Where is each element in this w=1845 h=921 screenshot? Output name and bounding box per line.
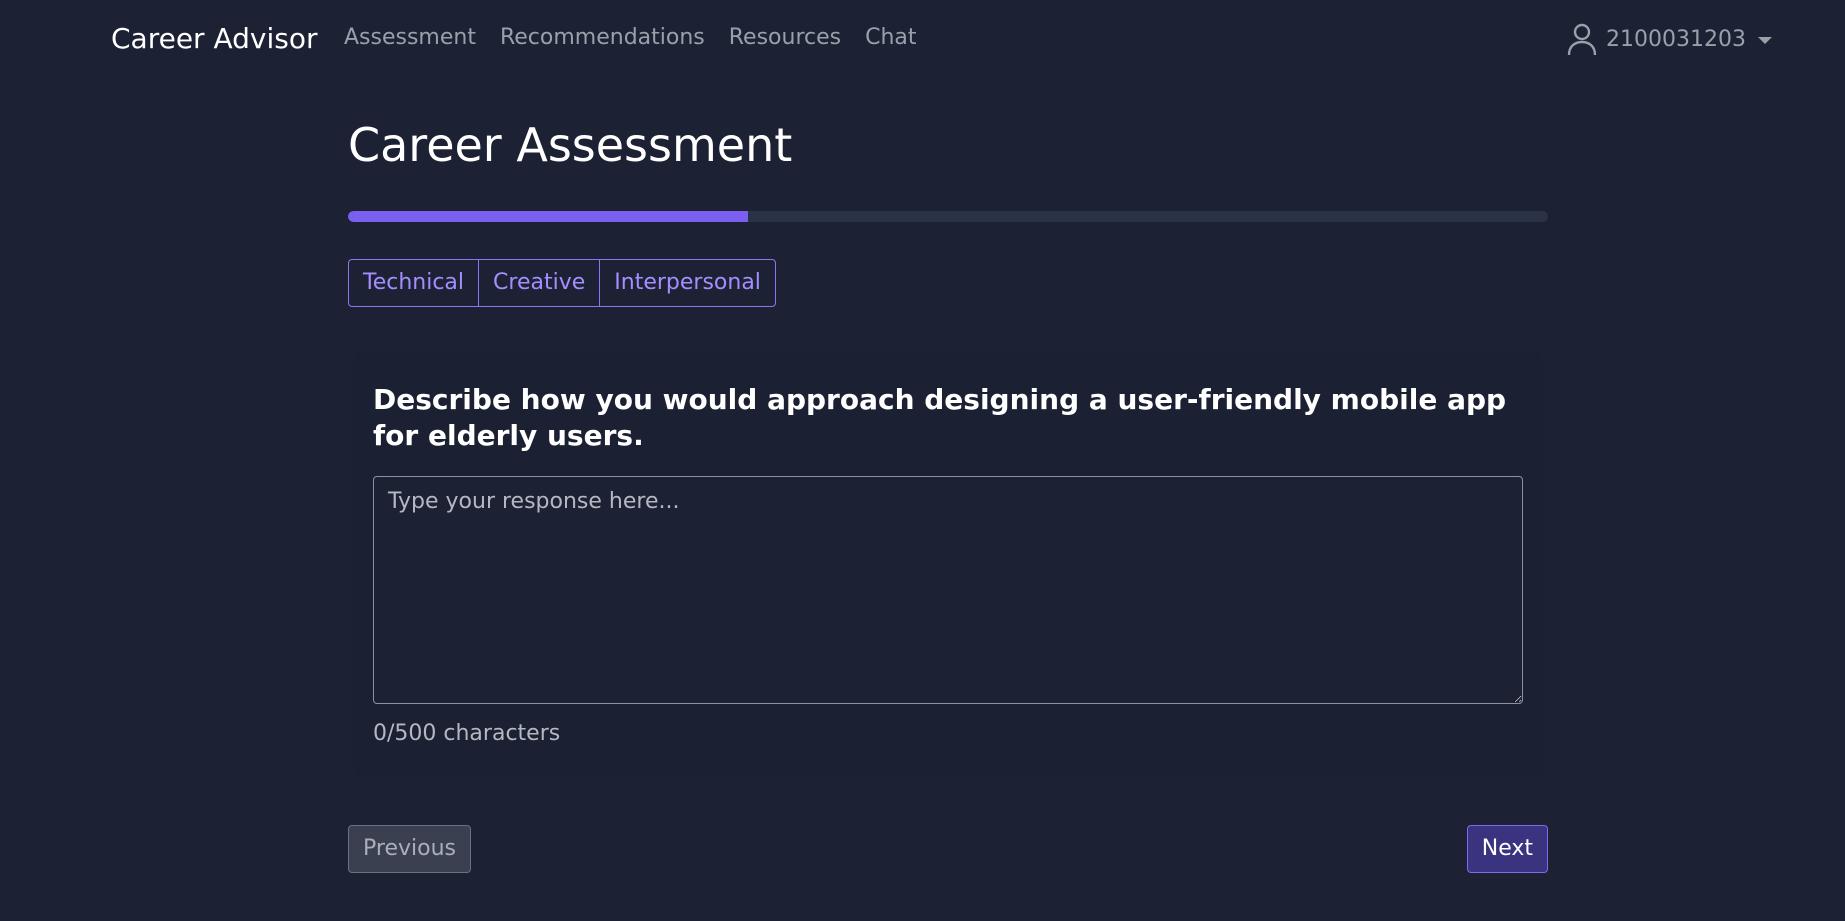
response-textarea[interactable] (373, 476, 1523, 704)
category-tabs: Technical Creative Interpersonal (348, 259, 776, 307)
previous-button[interactable]: Previous (348, 825, 471, 873)
tab-creative[interactable]: Creative (479, 260, 601, 306)
user-icon (1567, 23, 1597, 56)
nav-link-assessment[interactable]: Assessment (344, 25, 476, 50)
nav-link-recommendations[interactable]: Recommendations (500, 25, 705, 50)
user-name: 2100031203 (1606, 26, 1746, 52)
progress-bar-fill (348, 211, 748, 222)
nav-link-resources[interactable]: Resources (729, 25, 841, 50)
navbar: Career Advisor Assessment Recommendation… (0, 0, 1845, 78)
nav-link-chat[interactable]: Chat (865, 25, 916, 50)
tab-interpersonal[interactable]: Interpersonal (600, 260, 775, 306)
question-text: Describe how you would approach designin… (373, 383, 1507, 452)
progress-bar (348, 211, 1548, 222)
nav-links: Assessment Recommendations Resources Cha… (344, 25, 917, 50)
caret-down-icon (1758, 36, 1772, 44)
question-card: Describe how you would approach designin… (354, 352, 1542, 776)
page-title: Career Assessment (348, 118, 793, 172)
user-menu[interactable]: 2100031203 (1567, 22, 1772, 56)
next-button[interactable]: Next (1466, 825, 1548, 873)
tab-technical[interactable]: Technical (349, 260, 480, 306)
character-count: 0/500 characters (373, 721, 561, 746)
brand-logo[interactable]: Career Advisor (111, 22, 318, 55)
